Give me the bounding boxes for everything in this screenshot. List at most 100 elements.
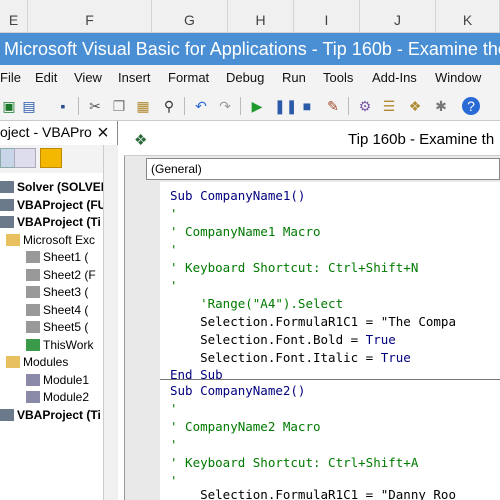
code-line: ' [170,242,178,257]
menu-view[interactable]: View [74,70,102,85]
help-icon[interactable]: ? [462,97,480,115]
worksheet-icon [26,251,40,263]
code-line: ' Keyboard Shortcut: Ctrl+Shift+N [170,260,419,275]
reset-icon[interactable]: ■ [298,97,316,115]
code-window-title: Tip 160b - Examine th [348,131,495,148]
menu-edit[interactable]: Edit [35,70,57,85]
module-icon [26,374,40,386]
code-line: ' [170,437,178,452]
vba-project-icon [0,216,14,228]
project-tree: Solver (SOLVEI VBAProject (FU VBAProject… [0,173,118,500]
object-browser-icon[interactable]: ❖ [406,97,424,115]
tree-node[interactable]: Modules [6,354,68,371]
tree-node[interactable]: Module2 [26,389,89,406]
tree-node[interactable]: Solver (SOLVEI [0,179,104,196]
tree-node[interactable]: VBAProject (Ti [0,214,101,231]
column-header-j[interactable]: J [360,0,436,33]
redo-icon[interactable]: ↷ [216,97,234,115]
project-explorer-caption: oject - VBAPro [0,124,92,140]
workbook-icon [26,339,40,351]
vba-project-icon [0,181,14,193]
column-header-h[interactable]: H [228,0,294,33]
worksheet-icon [26,286,40,298]
window-title-bar[interactable]: Microsoft Visual Basic for Applications … [0,33,500,65]
properties-window-icon[interactable]: ☰ [380,97,398,115]
tree-node[interactable]: Module1 [26,372,89,389]
code-line: Selection.Font.Italic = True [170,350,411,365]
code-line: ' CompanyName2 Macro [170,419,321,434]
find-icon[interactable]: ⚲ [160,97,178,115]
view-object-icon[interactable] [14,148,36,168]
column-header-f[interactable]: F [28,0,152,33]
menu-format[interactable]: Format [168,70,209,85]
code-line: ' [170,278,178,293]
column-header-e[interactable]: E [0,0,28,33]
worksheet-icon [26,304,40,316]
save-icon[interactable]: ▪ [54,97,72,115]
insert-userform-icon[interactable]: ▤ [20,97,38,115]
code-line: Selection.FormulaR1C1 = "The Compa [170,314,456,329]
tree-node[interactable]: VBAProject (FU [0,197,106,214]
code-line: Sub CompanyName1() [170,188,306,203]
menu-tools[interactable]: Tools [323,70,353,85]
folder-icon [6,356,20,368]
run-icon[interactable]: ▶ [248,97,266,115]
undo-icon[interactable]: ↶ [192,97,210,115]
window-title: Microsoft Visual Basic for Applications … [4,38,500,59]
menu-insert[interactable]: Insert [118,70,151,85]
excel-column-header: E F G H I J K [0,0,500,33]
code-line: Selection.Font.Bold = True [170,332,396,347]
code-line: ' Keyboard Shortcut: Ctrl+Shift+A [170,455,419,470]
code-window-title-bar[interactable]: ❖ Tip 160b - Examine th [124,123,500,156]
code-line: Selection.FormulaR1C1 = "Danny Roo [170,487,456,500]
menu-debug[interactable]: Debug [226,70,264,85]
code-editor[interactable]: Sub CompanyName1() ' ' CompanyName1 Macr… [160,182,500,500]
project-explorer-toolbar [0,145,118,173]
tree-node[interactable]: ThisWork [26,337,93,354]
code-line: ' [170,206,178,221]
worksheet-icon [26,269,40,281]
break-icon[interactable]: ❚❚ [274,97,297,115]
folder-icon [6,234,20,246]
object-combo[interactable]: (General) [146,158,500,180]
excel-view-icon[interactable]: ▣ [0,97,18,115]
worksheet-icon [26,321,40,333]
column-header-g[interactable]: G [152,0,228,33]
tree-node[interactable]: Sheet3 ( [26,284,88,301]
tree-node[interactable]: Sheet4 ( [26,302,88,319]
toggle-folders-icon[interactable] [40,148,62,168]
procedure-separator [160,379,500,380]
paste-icon[interactable]: ▦ [134,97,152,115]
code-line: Sub CompanyName2() [170,383,306,398]
code-line: ' CompanyName1 Macro [170,224,321,239]
tree-node[interactable]: Sheet2 (F [26,267,96,284]
menu-run[interactable]: Run [282,70,306,85]
project-explorer-icon[interactable]: ⚙ [356,97,374,115]
code-line: 'Range("A4").Select [170,296,344,311]
standard-toolbar: ▣ ▤ ▪ ✂ ❐ ▦ ⚲ ↶ ↷ ▶ ❚❚ ■ ✎ ⚙ ☰ ❖ ✱ ? [0,91,500,121]
code-margin[interactable] [146,182,160,500]
vba-project-icon [0,409,14,421]
tree-node[interactable]: VBAProject (Ti [0,407,101,424]
project-scrollbar[interactable] [103,145,118,500]
menu-add-ins[interactable]: Add-Ins [372,70,417,85]
tree-node[interactable]: Microsoft Exc [6,232,95,249]
toolbar-separator [184,97,185,115]
module-icon: ❖ [134,132,148,149]
module-icon [26,391,40,403]
toolbar-separator [78,97,79,115]
column-header-k[interactable]: K [436,0,500,33]
menu-bar: File Edit View Insert Format Debug Run T… [0,65,500,91]
tree-node[interactable]: Sheet5 ( [26,319,88,336]
menu-file[interactable]: File [0,70,21,85]
menu-window[interactable]: Window [435,70,481,85]
toolbox-icon[interactable]: ✱ [432,97,450,115]
copy-icon[interactable]: ❐ [110,97,128,115]
tree-node[interactable]: Sheet1 ( [26,249,88,266]
cut-icon[interactable]: ✂ [86,97,104,115]
vba-project-icon [0,199,14,211]
toolbar-separator [240,97,241,115]
close-icon[interactable]: × [92,122,114,144]
column-header-i[interactable]: I [294,0,360,33]
design-mode-icon[interactable]: ✎ [324,97,342,115]
